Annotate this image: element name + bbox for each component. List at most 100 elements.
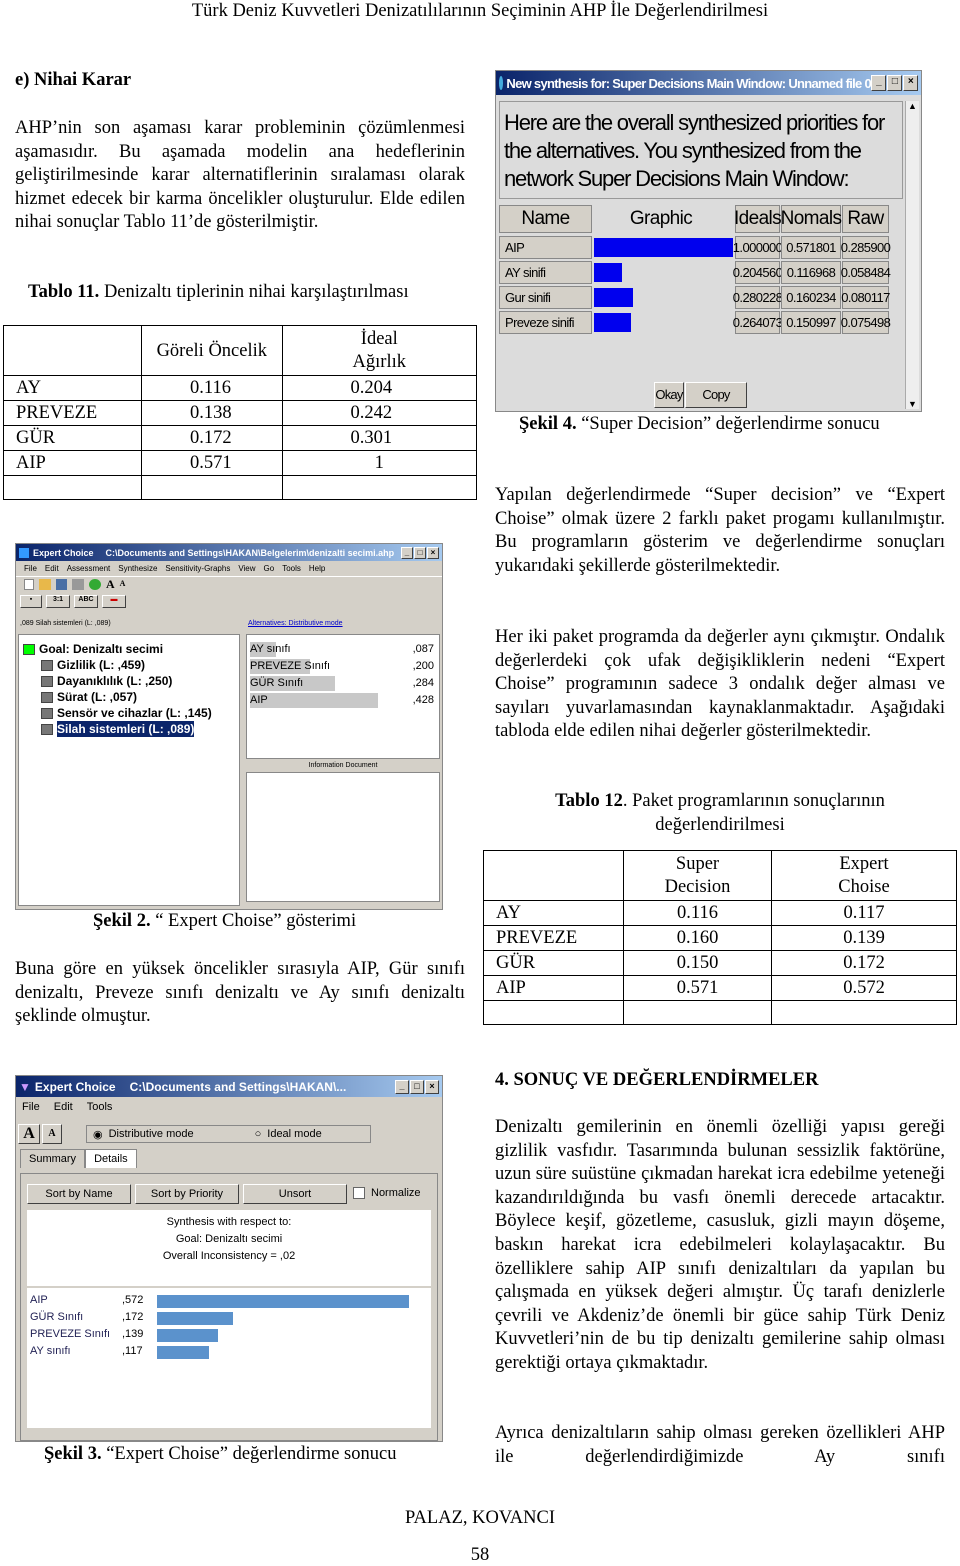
alternative-value: ,284: [412, 677, 434, 689]
cell: PREVEZE: [2, 400, 143, 426]
cell: AIP: [2, 450, 143, 476]
menu-item[interactable]: Tools: [87, 1101, 113, 1113]
tab-model-view[interactable]: ▪: [20, 595, 42, 608]
tab-graph[interactable]: ▬: [102, 595, 126, 608]
info-document-area[interactable]: [246, 772, 440, 902]
alternative-name: AY sınıfı: [30, 1345, 71, 1357]
tab-abc[interactable]: ABC: [74, 595, 98, 608]
menu-item[interactable]: Assessment: [67, 564, 111, 573]
alternative-name: PREVEZE Sınıfı: [250, 660, 331, 672]
cell: 0.160: [623, 925, 772, 951]
minimize-button[interactable]: _: [395, 1079, 409, 1094]
table-row: AY 0.116 0.117: [483, 900, 957, 926]
font-smaller-icon[interactable]: A: [120, 579, 126, 591]
alternative-name: GÜR Sınıfı: [250, 677, 304, 689]
node-icon: [41, 707, 53, 719]
table-row: GÜR 0.172 0.301: [2, 425, 478, 451]
value-cell-normal: 0.150997: [781, 311, 841, 334]
tree-node[interactable]: Sensör ve cihazlar (L: ,145): [23, 705, 235, 721]
paragraph-priorities: Buna göre en yüksek öncelikler sırasıyla…: [15, 959, 465, 1027]
close-button[interactable]: ×: [427, 546, 439, 559]
close-button[interactable]: ×: [903, 75, 918, 91]
radio-label: Distributive mode: [108, 1128, 194, 1140]
alternative-name: AIP: [30, 1294, 48, 1306]
scroll-down-icon[interactable]: ▼: [906, 399, 919, 409]
node-label: Sensör ve cihazlar (L: ,145): [57, 706, 212, 720]
menu-item[interactable]: Tools: [282, 564, 301, 573]
vertical-scrollbar[interactable]: ▲ ▼: [905, 101, 919, 409]
distributive-mode-radio[interactable]: ◉: [93, 1128, 103, 1141]
title-bar: New synthesis for: Super Decisions Main …: [496, 71, 921, 95]
okay-button[interactable]: Okay: [654, 382, 684, 408]
menu-item[interactable]: Edit: [45, 564, 59, 573]
priority-bar: [157, 1295, 409, 1308]
value-cell-normal: 0.116968: [781, 261, 841, 284]
refresh-icon[interactable]: [89, 579, 101, 590]
tree-node[interactable]: Sürat (L: ,057): [23, 689, 235, 705]
table-row: AIP 0.571 1: [2, 450, 478, 476]
menu-item[interactable]: Help: [309, 564, 325, 573]
cell: 0.571: [141, 450, 283, 476]
menu-item[interactable]: Edit: [54, 1101, 73, 1113]
header-cell: Göreli Öncelik: [141, 325, 283, 376]
table-11: Göreli Öncelik İdeal Ağırlık AY 0.116 0.204…: [2, 325, 478, 500]
normalize-checkbox[interactable]: [353, 1187, 365, 1199]
tree-node[interactable]: Dayanıklılık (L: ,250): [23, 673, 235, 689]
menu-item[interactable]: Go: [264, 564, 275, 573]
running-header: Türk Deniz Kuvvetleri Denizatılılarının …: [191, 1, 769, 21]
cell: 0.242: [281, 400, 478, 426]
paragraph-packages: Yapılan değerlendirmede “Super decision”…: [495, 485, 945, 576]
menu-item[interactable]: File: [22, 1101, 40, 1113]
table-row: [483, 1000, 957, 1025]
node-label: Goal: Denizaltı secimi: [39, 642, 164, 656]
sort-by-priority-button[interactable]: Sort by Priority: [135, 1184, 239, 1204]
print-icon[interactable]: [72, 579, 84, 590]
font-larger-icon[interactable]: A: [106, 578, 115, 591]
page-number: 58: [470, 1545, 490, 1565]
close-button[interactable]: ×: [425, 1079, 439, 1094]
alternatives-title-link[interactable]: Alternatives: Distributive mode: [246, 616, 440, 634]
open-folder-icon[interactable]: [39, 579, 51, 590]
alternative-row[interactable]: AY sınıfı ,087: [250, 641, 436, 658]
maximize-button[interactable]: □: [887, 75, 902, 91]
maximize-button[interactable]: □: [410, 1079, 424, 1094]
cell: GÜR: [483, 950, 624, 976]
font-larger-button[interactable]: A: [18, 1124, 40, 1144]
status-label: ,089 Silah sistemleri (L: ,089): [20, 620, 111, 627]
alternative-name: AIP: [250, 694, 268, 706]
menu-item[interactable]: File: [24, 564, 37, 573]
synthesis-line: Goal: Denizaltı secimi: [175, 1233, 283, 1245]
node-icon: [41, 691, 53, 703]
alternative-row[interactable]: AIP ,428: [250, 692, 436, 709]
synthesis-info: Synthesis with respect to: Goal: Denizalt…: [27, 1210, 431, 1286]
scroll-up-icon[interactable]: ▲: [906, 101, 919, 111]
unsort-button[interactable]: Unsort: [243, 1184, 347, 1204]
priority-bar: [594, 288, 633, 307]
tab-pairwise[interactable]: 3:1: [46, 595, 70, 608]
sort-by-name-button[interactable]: Sort by Name: [27, 1184, 131, 1204]
tree-view: Goal: Denizaltı secimi Gizlilik (L: ,459)…: [18, 634, 240, 906]
ideal-mode-radio[interactable]: ○: [255, 1128, 262, 1140]
save-icon[interactable]: [56, 579, 67, 590]
priority-value: ,172: [122, 1311, 144, 1323]
menu-item[interactable]: Sensitivity-Graphs: [165, 564, 230, 573]
caption-text: “Expert Choise” değerlendirme sonucu: [101, 1444, 397, 1464]
tree-node[interactable]: Silah sistemleri (L: ,089): [23, 721, 235, 737]
menu-item[interactable]: Synthesize: [118, 564, 157, 573]
alternative-row[interactable]: GÜR Sınıfı ,284: [250, 675, 436, 692]
copy-values-button[interactable]: Copy Values: [685, 382, 747, 408]
tree-goal-node[interactable]: Goal: Denizaltı secimi: [23, 641, 235, 657]
maximize-button[interactable]: □: [414, 546, 426, 559]
tab-summary[interactable]: Summary: [20, 1149, 86, 1168]
new-file-icon[interactable]: [24, 579, 34, 590]
info-document-label: Information Document: [308, 762, 378, 769]
alternative-row[interactable]: PREVEZE Sınıfı ,200: [250, 658, 436, 675]
font-smaller-button[interactable]: A: [42, 1124, 62, 1144]
tab-details[interactable]: Details: [85, 1149, 137, 1168]
tree-node[interactable]: Gizlilik (L: ,459): [23, 657, 235, 673]
table-row: AY 0.116 0.204: [2, 375, 478, 401]
minimize-button[interactable]: _: [871, 75, 886, 91]
menu-item[interactable]: View: [238, 564, 255, 573]
minimize-button[interactable]: _: [401, 546, 413, 559]
row-name: AY sinifi: [499, 261, 592, 284]
